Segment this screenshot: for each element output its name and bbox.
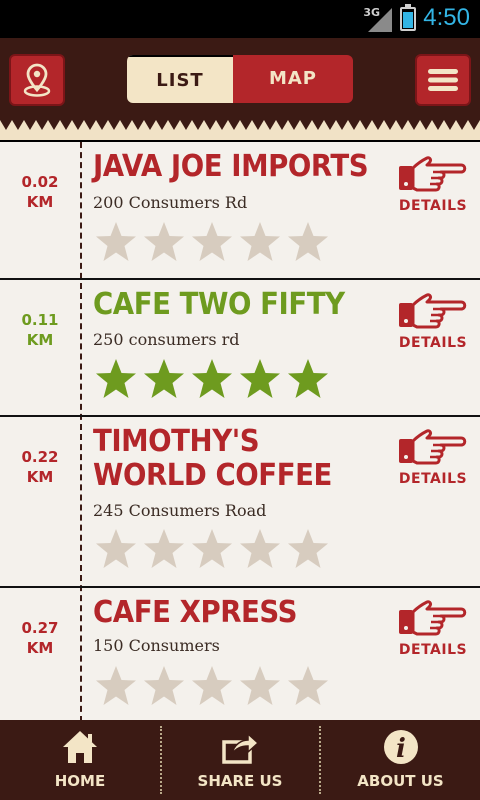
zigzag-decoration xyxy=(0,116,480,130)
signal-icon xyxy=(368,8,392,32)
distance: 0.22 KM xyxy=(0,447,80,487)
rating-stars[interactable] xyxy=(94,357,334,403)
header-zigzag-edge xyxy=(0,116,480,140)
location-pin-icon xyxy=(23,63,51,97)
cafe-name[interactable]: JAVA JOE IMPORTS xyxy=(93,150,369,184)
star-icon[interactable] xyxy=(286,357,330,401)
tab-list[interactable]: LIST xyxy=(127,55,233,103)
app-header: LIST MAP xyxy=(0,38,480,118)
details-button[interactable]: DETAILS xyxy=(397,154,469,214)
details-button[interactable]: DETAILS xyxy=(397,598,469,658)
pointing-hand-icon xyxy=(399,156,467,192)
list-item[interactable]: 0.11 KM CAFE TWO FIFTY 250 consumers rd … xyxy=(0,280,480,417)
cafe-name[interactable]: CAFE TWO FIFTY xyxy=(93,288,369,322)
clock: 4:50 xyxy=(423,4,470,31)
list-item[interactable]: 0.27 KM CAFE XPRESS 150 Consumers DETAIL… xyxy=(0,588,480,722)
distance-value: 0.11 xyxy=(21,311,59,329)
distance-value: 0.22 xyxy=(21,448,59,466)
distance: 0.02 KM xyxy=(0,172,80,212)
share-arrow-icon xyxy=(222,732,260,764)
view-toggle: LIST MAP xyxy=(127,55,353,103)
star-icon[interactable] xyxy=(238,357,282,401)
bottom-nav: HOME SHARE US i ABOUT US xyxy=(0,720,480,800)
star-icon[interactable] xyxy=(142,527,186,571)
list-item[interactable]: 0.22 KM TIMOTHY'S WORLD COFFEE 245 Consu… xyxy=(0,417,480,588)
star-icon[interactable] xyxy=(94,664,138,708)
rating-stars[interactable] xyxy=(94,664,334,710)
hamburger-menu-icon xyxy=(428,69,458,91)
tab-map[interactable]: MAP xyxy=(233,55,353,103)
star-icon[interactable] xyxy=(286,220,330,264)
cafe-address: 250 consumers rd xyxy=(93,330,240,349)
details-button[interactable]: DETAILS xyxy=(397,427,469,487)
rating-stars[interactable] xyxy=(94,220,334,266)
star-icon[interactable] xyxy=(94,357,138,401)
details-button[interactable]: DETAILS xyxy=(397,291,469,351)
star-icon[interactable] xyxy=(142,357,186,401)
star-icon[interactable] xyxy=(94,220,138,264)
details-label: DETAILS xyxy=(398,198,468,214)
star-icon[interactable] xyxy=(286,527,330,571)
star-icon[interactable] xyxy=(238,527,282,571)
star-icon[interactable] xyxy=(190,664,234,708)
star-icon[interactable] xyxy=(142,664,186,708)
star-icon[interactable] xyxy=(190,527,234,571)
distance-unit: KM xyxy=(26,193,54,211)
distance-unit: KM xyxy=(26,468,54,486)
pointing-hand-icon xyxy=(399,429,467,465)
cafe-name[interactable]: CAFE XPRESS xyxy=(93,596,369,630)
cafe-address: 245 Consumers Road xyxy=(93,501,267,520)
nav-home-label: HOME xyxy=(54,772,106,790)
star-icon[interactable] xyxy=(142,220,186,264)
distance: 0.27 KM xyxy=(0,618,80,658)
menu-button[interactable] xyxy=(415,54,471,106)
pointing-hand-icon xyxy=(399,600,467,636)
nav-about-label: ABOUT US xyxy=(357,772,444,790)
star-icon[interactable] xyxy=(238,664,282,708)
details-label: DETAILS xyxy=(398,642,468,658)
star-icon[interactable] xyxy=(238,220,282,264)
details-label: DETAILS xyxy=(398,335,468,351)
cafe-list: 0.02 KM JAVA JOE IMPORTS 200 Consumers R… xyxy=(0,140,480,722)
cafe-address: 150 Consumers xyxy=(93,636,220,655)
cafe-address: 200 Consumers Rd xyxy=(93,193,248,212)
list-item[interactable]: 0.02 KM JAVA JOE IMPORTS 200 Consumers R… xyxy=(0,142,480,280)
star-icon[interactable] xyxy=(190,220,234,264)
location-button[interactable] xyxy=(9,54,65,106)
star-icon[interactable] xyxy=(190,357,234,401)
distance-value: 0.02 xyxy=(21,173,59,191)
nav-about[interactable]: i ABOUT US xyxy=(321,720,480,800)
details-label: DETAILS xyxy=(398,471,468,487)
house-icon xyxy=(63,731,97,763)
battery-icon xyxy=(400,4,416,31)
distance-unit: KM xyxy=(26,639,54,657)
distance-value: 0.27 xyxy=(21,619,59,637)
status-bar: 3G 4:50 xyxy=(0,0,480,38)
star-icon[interactable] xyxy=(286,664,330,708)
nav-share-label: SHARE US xyxy=(197,772,283,790)
pointing-hand-icon xyxy=(399,293,467,329)
distance-unit: KM xyxy=(26,331,54,349)
nav-share[interactable]: SHARE US xyxy=(162,720,318,800)
cafe-name[interactable]: TIMOTHY'S WORLD COFFEE xyxy=(93,425,369,493)
info-icon: i xyxy=(383,730,418,764)
svg-text:i: i xyxy=(396,734,406,764)
rating-stars[interactable] xyxy=(94,527,334,573)
distance: 0.11 KM xyxy=(0,310,80,350)
nav-home[interactable]: HOME xyxy=(0,720,160,800)
star-icon[interactable] xyxy=(94,527,138,571)
